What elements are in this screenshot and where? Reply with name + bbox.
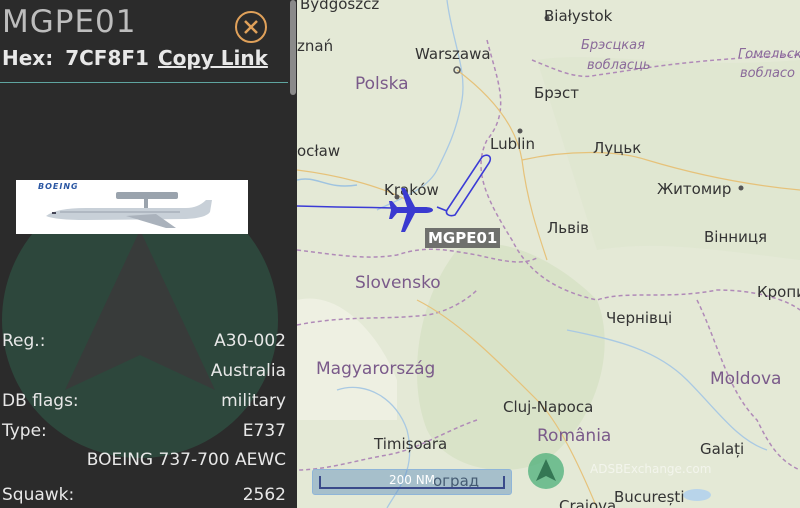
info-row-country: Australia — [2, 361, 286, 385]
map-label-craiova: Craiova — [559, 497, 617, 508]
adsbx-logo-icon — [528, 453, 564, 489]
map-label-lutsk: Луцьк — [593, 139, 642, 157]
callsign-title: MGPE01 — [2, 4, 137, 40]
info-row-type: Type: E737 — [2, 421, 286, 445]
map-label-magyarorszag: Magyarország — [316, 359, 436, 379]
map-label-brestskaya-region: Брэсцкая — [581, 38, 645, 53]
map-label-vinnytsia: Вінниця — [704, 228, 768, 246]
aircraft-map-label[interactable]: MGPE01 — [425, 228, 501, 248]
map-scale-bar: 200 NM — [312, 469, 512, 495]
map-label-moldova: Moldova — [710, 369, 782, 389]
map-view[interactable]: Bydgoszcz Białystok znań Warszawa Polska… — [297, 0, 800, 508]
aircraft-info-panel: MGPE01 Hex: 7CF8F1 Copy Link BOEING Reg.:… — [0, 0, 297, 508]
registration-value: A30-002 — [214, 331, 286, 351]
info-row-db-flags: DB flags: military — [2, 391, 286, 415]
map-label-kropyvnytskyi: Кропив — [757, 283, 800, 301]
map-label-voblasc-1: вобласць — [587, 58, 651, 73]
scale-line — [319, 487, 505, 489]
map-label-slovensko: Slovensko — [355, 273, 441, 293]
map-label-polska: Polska — [355, 74, 409, 94]
type-description-value: BOEING 737-700 AEWC — [86, 450, 286, 470]
type-value: E737 — [242, 421, 286, 441]
info-row-registration: Reg.: A30-002 — [2, 331, 286, 355]
close-icon — [244, 20, 258, 34]
map-label-wroclaw: ocław — [297, 142, 341, 160]
map-label-lviv: Львів — [547, 219, 589, 237]
db-flags-label: DB flags: — [2, 391, 79, 411]
squawk-value: 2562 — [242, 485, 286, 505]
aircraft-photo[interactable]: BOEING — [16, 180, 248, 234]
info-row-type-description: BOEING 737-700 AEWC — [2, 450, 286, 474]
map-label-warszawa: Warszawa — [415, 45, 491, 63]
panel-divider — [0, 82, 288, 83]
scale-label: 200 NM — [388, 473, 436, 487]
map-label-lublin: Lublin — [490, 135, 535, 153]
map-label-brest: Брэст — [534, 84, 580, 102]
map-label-timisoara: Timișoara — [374, 435, 448, 453]
map-watermark: ADSBExchange.com — [590, 462, 712, 476]
map-label-cluj-napoca: Cluj-Napoca — [503, 398, 594, 416]
type-label: Type: — [2, 421, 47, 441]
map-label-romania: România — [537, 426, 612, 446]
map-label-bucuresti: București — [614, 488, 685, 506]
db-flags-value: military — [221, 391, 286, 411]
registration-label: Reg.: — [2, 331, 46, 351]
hex-value: 7CF8F1 — [65, 46, 149, 70]
map-label-chernivtsi: Чернівці — [606, 309, 673, 327]
map-label-poznan: znań — [297, 37, 334, 55]
close-button[interactable] — [235, 11, 267, 43]
country-value: Australia — [210, 361, 286, 381]
hex-row: Hex: 7CF8F1 — [2, 46, 149, 70]
squawk-label: Squawk: — [2, 485, 75, 505]
photo-manufacturer-logo: BOEING — [38, 182, 79, 191]
info-row-squawk: Squawk: 2562 — [2, 485, 286, 508]
map-label-galati: Galați — [700, 440, 745, 458]
hex-label: Hex: — [2, 46, 54, 70]
map-label-zhytomyr: Житомир — [657, 180, 732, 198]
panel-scrollbar[interactable] — [290, 0, 296, 95]
map-label-bialystok: Białystok — [544, 7, 613, 25]
copy-link[interactable]: Copy Link — [158, 46, 268, 70]
map-label-homel-region: Гомельска — [738, 47, 800, 62]
map-label-voblasc-2: вобласо — [740, 66, 796, 81]
map-label-bydgoszcz: Bydgoszcz — [300, 0, 380, 13]
